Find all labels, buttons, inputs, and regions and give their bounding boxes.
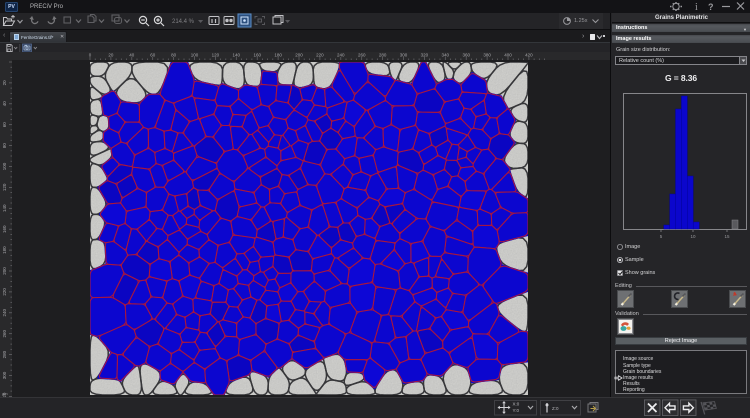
svg-text:220: 220 xyxy=(2,288,7,296)
svg-text:420: 420 xyxy=(525,53,533,58)
svg-text:380: 380 xyxy=(483,53,491,58)
svg-text:80: 80 xyxy=(171,53,177,58)
svg-text:20: 20 xyxy=(108,53,114,58)
svg-text:100: 100 xyxy=(2,162,7,170)
svg-text:80: 80 xyxy=(2,143,7,149)
svg-text:200: 200 xyxy=(2,267,7,275)
svg-text:180: 180 xyxy=(274,53,282,58)
svg-text:220: 220 xyxy=(316,53,324,58)
svg-text:60: 60 xyxy=(2,122,7,128)
svg-text:200: 200 xyxy=(295,53,303,58)
svg-text:120: 120 xyxy=(2,183,7,191)
svg-text:Y:0: Y:0 xyxy=(513,408,520,413)
svg-text:i: i xyxy=(695,2,698,12)
svg-text:140: 140 xyxy=(2,204,7,212)
svg-text:280: 280 xyxy=(379,53,387,58)
svg-text:120: 120 xyxy=(212,53,220,58)
svg-text:?: ? xyxy=(708,2,714,12)
svg-text:140: 140 xyxy=(233,53,241,58)
svg-text:300: 300 xyxy=(2,371,7,379)
svg-text:240: 240 xyxy=(337,53,345,58)
svg-text:240: 240 xyxy=(2,309,7,317)
svg-text:280: 280 xyxy=(2,350,7,358)
svg-text:0: 0 xyxy=(89,53,92,58)
svg-text:5: 5 xyxy=(660,234,663,239)
svg-text:160: 160 xyxy=(253,53,261,58)
svg-text:360: 360 xyxy=(462,53,470,58)
svg-text:Z:0: Z:0 xyxy=(552,406,559,411)
svg-text:340: 340 xyxy=(442,53,450,58)
svg-text:15: 15 xyxy=(724,234,730,239)
svg-text:320: 320 xyxy=(421,53,429,58)
svg-text:400: 400 xyxy=(504,53,512,58)
svg-text:160: 160 xyxy=(2,225,7,233)
svg-text:X:0: X:0 xyxy=(513,402,520,407)
svg-text:300: 300 xyxy=(400,53,408,58)
svg-text:60: 60 xyxy=(150,53,156,58)
svg-text:180: 180 xyxy=(2,246,7,254)
svg-text:260: 260 xyxy=(2,329,7,337)
svg-text:10: 10 xyxy=(690,234,696,239)
svg-text:100: 100 xyxy=(191,53,199,58)
svg-text:µm: µm xyxy=(2,391,8,396)
svg-text:40: 40 xyxy=(2,101,7,107)
svg-text:20: 20 xyxy=(2,80,7,86)
svg-text:40: 40 xyxy=(129,53,135,58)
svg-text:260: 260 xyxy=(358,53,366,58)
